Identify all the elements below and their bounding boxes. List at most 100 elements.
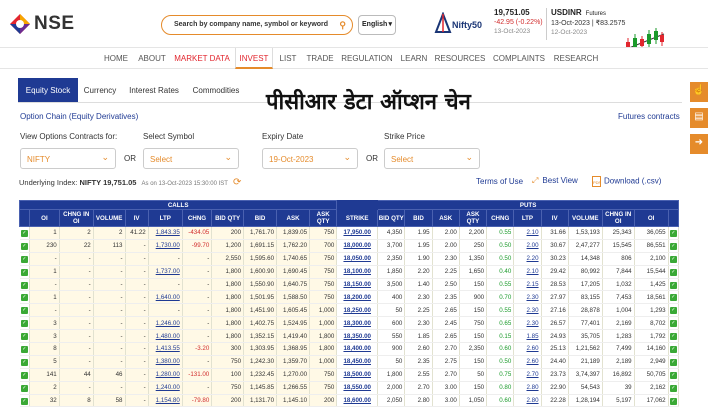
call-ltp-cell[interactable]: 1,843.35 <box>148 226 183 240</box>
symbol-select[interactable]: Select ⌄ <box>143 148 239 169</box>
chart-checkbox[interactable]: ✓ <box>668 355 680 369</box>
strike-price-cell[interactable]: 18,050.00 <box>336 252 379 266</box>
put-ltp-cell[interactable]: 2.10 <box>513 265 542 279</box>
strike-price-cell[interactable]: 18,550.00 <box>336 381 379 395</box>
nav-list[interactable]: LIST <box>274 48 302 69</box>
search-input[interactable]: Search by company name, symbol or keywor… <box>161 15 353 35</box>
nifty-ticker[interactable]: 19,751.05 -42.95 (-0.22%) 13-Oct-2023 <box>494 8 543 35</box>
call-ltp-cell[interactable]: 1,380.00 <box>148 355 183 369</box>
call-ltp-cell[interactable]: 1,246.00 <box>148 316 183 331</box>
side-accessibility-icon[interactable]: ☝ <box>690 82 708 102</box>
chart-checkbox[interactable]: ✓ <box>668 278 680 292</box>
search-icon[interactable]: ⚲ <box>339 20 346 31</box>
call-ltp-cell[interactable]: 1,730.00 <box>148 239 183 253</box>
put-ltp-cell[interactable]: 2.15 <box>513 278 542 292</box>
tab-equity-stock[interactable]: Equity Stock <box>18 78 78 103</box>
chart-checkbox[interactable]: ✓ <box>19 239 31 253</box>
put-ltp-cell[interactable]: 2.30 <box>513 290 542 305</box>
chart-checkbox[interactable]: ✓ <box>668 303 680 318</box>
chart-checkbox[interactable]: ✓ <box>19 329 31 344</box>
put-ltp-cell[interactable]: 2.70 <box>513 368 542 382</box>
chart-checkbox[interactable]: ✓ <box>19 355 31 369</box>
call-ltp-cell[interactable]: 1,413.55 <box>148 342 183 356</box>
put-ltp-cell[interactable]: 2.30 <box>513 303 542 318</box>
chart-checkbox[interactable]: ✓ <box>19 394 31 407</box>
chart-checkbox[interactable]: ✓ <box>668 226 680 240</box>
nav-complaints[interactable]: COMPLAINTS <box>488 48 550 69</box>
chart-checkbox[interactable]: ✓ <box>19 342 31 356</box>
strike-select[interactable]: Select ⌄ <box>384 148 480 169</box>
best-view-button[interactable]: ⤢ Best View <box>532 176 578 186</box>
nav-about[interactable]: ABOUT <box>134 48 170 69</box>
chart-checkbox[interactable]: ✓ <box>668 316 680 331</box>
chart-checkbox[interactable]: ✓ <box>19 368 31 382</box>
chart-checkbox[interactable]: ✓ <box>668 239 680 253</box>
chart-checkbox[interactable]: ✓ <box>668 290 680 305</box>
refresh-icon[interactable]: ⟳ <box>233 177 241 188</box>
strike-price-cell[interactable]: 18,350.00 <box>336 329 379 344</box>
nav-market-data[interactable]: MARKET DATA <box>171 48 233 69</box>
nav-resources[interactable]: RESOURCES <box>433 48 487 69</box>
index-select[interactable]: NIFTY ⌄ <box>20 148 116 169</box>
chart-checkbox[interactable]: ✓ <box>19 381 31 395</box>
side-document-icon[interactable]: ▤ <box>690 108 708 128</box>
chart-checkbox[interactable]: ✓ <box>19 316 31 331</box>
tab-currency[interactable]: Currency <box>79 78 121 103</box>
put-ltp-cell[interactable]: 2.80 <box>513 394 542 407</box>
call-ltp-cell[interactable]: 1,737.00 <box>148 265 183 279</box>
strike-price-cell[interactable]: 18,200.00 <box>336 290 379 305</box>
strike-price-cell[interactable]: 18,450.00 <box>336 355 379 369</box>
nav-home[interactable]: HOME <box>98 48 134 69</box>
strike-price-cell[interactable]: 18,400.00 <box>336 342 379 356</box>
side-exit-icon[interactable]: ➜ <box>690 134 708 154</box>
nav-learn[interactable]: LEARN <box>396 48 432 69</box>
call-ltp-cell[interactable]: 1,480.00 <box>148 329 183 344</box>
nav-research[interactable]: RESEARCH <box>550 48 602 69</box>
put-ltp-cell[interactable]: 2.60 <box>513 342 542 356</box>
nav-trade[interactable]: TRADE <box>302 48 338 69</box>
put-ltp-cell[interactable]: 2.20 <box>513 252 542 266</box>
chart-checkbox[interactable]: ✓ <box>668 394 680 407</box>
call-ltp-cell[interactable]: 1,240.00 <box>148 381 183 395</box>
chart-checkbox[interactable]: ✓ <box>19 252 31 266</box>
language-select[interactable]: English ▾ <box>358 15 396 35</box>
strike-price-cell[interactable]: 18,500.00 <box>336 368 379 382</box>
call-ltp-cell[interactable]: 1,640.00 <box>148 290 183 305</box>
call-ltp-cell[interactable]: 1,280.00 <box>148 368 183 382</box>
nav-regulation[interactable]: REGULATION <box>339 48 395 69</box>
put-ltp-cell[interactable]: 2.30 <box>513 316 542 331</box>
call-ltp-cell[interactable]: - <box>148 303 183 318</box>
strike-price-cell[interactable]: 17,950.00 <box>336 226 379 240</box>
chart-checkbox[interactable]: ✓ <box>19 290 31 305</box>
strike-price-cell[interactable]: 18,000.00 <box>336 239 379 253</box>
tab-commodities[interactable]: Commodities <box>187 78 245 103</box>
put-ltp-cell[interactable]: 2.80 <box>513 381 542 395</box>
chart-checkbox[interactable]: ✓ <box>19 278 31 292</box>
chart-checkbox[interactable]: ✓ <box>668 368 680 382</box>
strike-price-cell[interactable]: 18,250.00 <box>336 303 379 318</box>
call-ltp-cell[interactable]: - <box>148 278 183 292</box>
tab-interest-rates[interactable]: Interest Rates <box>123 78 185 103</box>
chart-checkbox[interactable]: ✓ <box>19 303 31 318</box>
strike-price-cell[interactable]: 18,100.00 <box>336 265 379 279</box>
download-csv-button[interactable]: PDF Download (.csv) <box>592 176 661 187</box>
chart-checkbox[interactable]: ✓ <box>668 265 680 279</box>
chart-checkbox[interactable]: ✓ <box>668 329 680 344</box>
put-ltp-cell[interactable]: 2.00 <box>513 239 542 253</box>
chart-checkbox[interactable]: ✓ <box>19 226 31 240</box>
strike-price-cell[interactable]: 18,150.00 <box>336 278 379 292</box>
call-ltp-cell[interactable]: - <box>148 252 183 266</box>
strike-price-cell[interactable]: 18,600.00 <box>336 394 379 407</box>
put-ltp-cell[interactable]: 1.85 <box>513 329 542 344</box>
chart-checkbox[interactable]: ✓ <box>668 381 680 395</box>
nse-logo[interactable]: NSE <box>10 13 75 35</box>
nav-invest[interactable]: INVEST <box>235 48 273 69</box>
strike-price-cell[interactable]: 18,300.00 <box>336 316 379 331</box>
put-ltp-cell[interactable]: 2.10 <box>513 226 542 240</box>
nifty50-logo[interactable]: Nifty50 <box>434 12 488 36</box>
expiry-select[interactable]: 19-Oct-2023 ⌄ <box>262 148 358 169</box>
chart-checkbox[interactable]: ✓ <box>19 265 31 279</box>
futures-contracts-link[interactable]: Futures contracts <box>618 112 680 121</box>
usdinr-ticker[interactable]: USDINR Futures 13-Oct-2023 | ₹83.2575 12-… <box>551 8 625 36</box>
terms-of-use-link[interactable]: Terms of Use <box>476 177 523 186</box>
